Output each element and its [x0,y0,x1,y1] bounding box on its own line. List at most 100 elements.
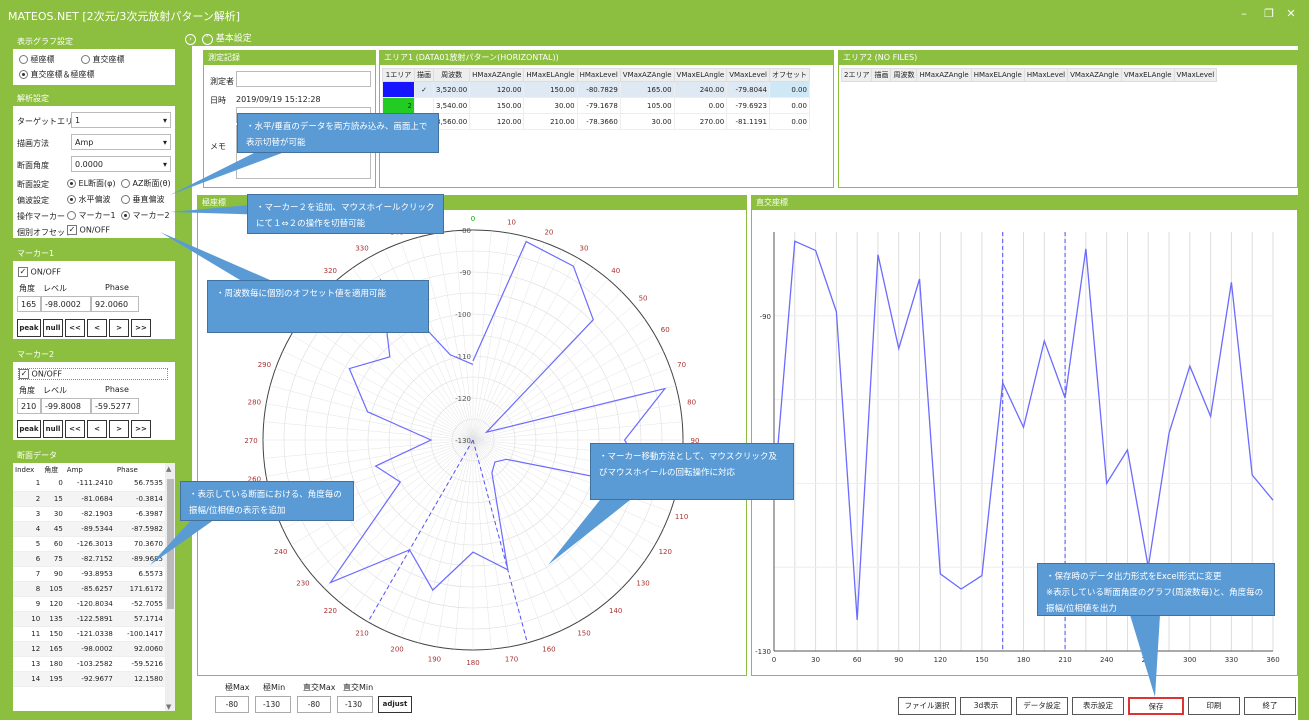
column-header[interactable]: Phase [115,463,165,476]
radio-section-el[interactable]: EL断面(φ) [67,178,116,189]
column-header[interactable]: 角度 [42,463,65,476]
column-header[interactable]: 1エリア [382,68,415,82]
radio-polar[interactable]: 極座標 [19,54,55,65]
radio-both[interactable]: 直交座標＆極座標 [19,69,95,80]
display-settings-button[interactable]: 表示設定 [1072,697,1124,715]
color-swatch[interactable] [382,81,415,98]
exit-button[interactable]: 終了 [1244,697,1296,715]
method-select[interactable]: Amp ▾ [71,134,171,150]
radio-marker1[interactable]: マーカー1 [67,210,116,221]
scroll-down-icon[interactable]: ▼ [166,703,171,711]
null-button[interactable]: null [43,420,63,438]
scrollbar[interactable]: ▲ ▼ [165,463,175,711]
restore-icon[interactable]: ❐ [1260,7,1278,20]
scroll-up-icon[interactable]: ▲ [166,465,171,473]
next-button[interactable]: > [109,420,129,438]
table-row[interactable]: 7 90 -93.8953 6.5573 [13,566,165,582]
column-header[interactable]: 2エリア [840,68,873,82]
first-button[interactable]: << [65,420,85,438]
table-row[interactable]: 9 120 -120.8034 -52.7055 [13,596,165,612]
table-row[interactable]: ✓ 3,520.00 120.00 150.00 -80.7829 165.00 240.0… [382,81,810,98]
prev-button[interactable]: < [87,420,107,438]
radio-pol-v[interactable]: 垂直偏波 [121,194,165,205]
column-header[interactable]: HMaxELAngle [970,68,1025,82]
rect-max-spinner[interactable]: -80 [297,696,331,713]
first-button[interactable]: << [65,319,85,337]
table-row[interactable]: 12 165 -98.0002 92.0060 [13,641,165,657]
marker1-level[interactable]: -98.0002 [41,296,91,312]
column-header[interactable]: VMaxAZAngle [619,68,675,82]
marker2-phase[interactable]: -59.5277 [91,398,139,414]
column-header[interactable]: VMaxLevel [1173,68,1218,82]
radio-marker2[interactable]: マーカー2 [121,210,170,221]
table-row[interactable]: 2 3,540.00 150.00 30.00 -79.1678 105.00 0.00 -7… [382,97,810,114]
column-header[interactable]: VMaxELAngle [1120,68,1175,82]
table-row[interactable]: 6 75 -82.7152 -89.9685 [13,551,165,567]
column-header[interactable]: 周波数 [890,68,918,82]
3d-view-button[interactable]: 3d表示 [960,697,1012,715]
offset-checkbox[interactable]: ✓ ON/OFF [67,225,110,235]
data-settings-button[interactable]: データ設定 [1016,697,1068,715]
marker1-onoff[interactable]: ✓ ON/OFF [18,267,61,277]
polar-min-spinner[interactable]: -130 [255,696,291,713]
column-header[interactable]: HMaxAZAngle [469,68,525,82]
adjust-button[interactable]: adjust [378,696,412,713]
marker1-phase[interactable]: 92.0060 [91,296,139,312]
close-icon[interactable]: ✕ [1282,7,1300,20]
marker2-angle[interactable]: 210 [17,398,41,414]
column-header[interactable]: VMaxELAngle [673,68,728,82]
save-button[interactable]: 保存 [1128,697,1184,715]
print-button[interactable]: 印刷 [1188,697,1240,715]
column-header[interactable]: HMaxLevel [1023,68,1069,82]
table-row[interactable]: 5 60 -126.3013 70.3670 [13,536,165,552]
prev-button[interactable]: < [87,319,107,337]
table-row[interactable]: 3,560.00 120.00 210.00 -78.3660 30.00 270.00-… [382,113,810,130]
column-header[interactable]: VMaxLevel [726,68,770,82]
table-row[interactable]: 1 0 -111.2410 56.7535 [13,476,165,492]
file-select-button[interactable]: ファイル選択 [898,697,956,715]
column-header[interactable]: 周波数 [432,68,471,82]
draw-checkbox[interactable]: ✓ [414,81,434,98]
rect-min-spinner[interactable]: -130 [337,696,373,713]
marker2-onoff[interactable]: ✓ ON/OFF [18,368,168,380]
angle-select[interactable]: 0.0000 ▾ [71,156,171,172]
marker-line[interactable] [472,439,528,643]
table-row[interactable]: 13 180 -103.2582 -59.5216 [13,656,165,672]
color-swatch[interactable]: 2 [382,97,415,114]
peak-button[interactable]: peak [17,420,41,438]
target-select[interactable]: 1 ▾ [71,112,171,128]
table-row[interactable]: 2 15 -81.0684 -0.3814 [13,491,165,507]
column-header[interactable]: オフセット [768,68,810,82]
polar-max-spinner[interactable]: -80 [215,696,249,713]
null-button[interactable]: null [43,319,63,337]
radio-pol-h[interactable]: 水平偏波 [67,194,111,205]
table-row[interactable]: 10 135 -122.5891 57.1714 [13,611,165,627]
marker1-angle[interactable]: 165 [17,296,41,312]
column-header[interactable]: HMaxAZAngle [916,68,972,82]
forward-icon[interactable]: › [185,34,196,45]
peak-button[interactable]: peak [17,319,41,337]
column-header[interactable]: Index [13,463,42,476]
draw-checkbox[interactable] [414,97,434,114]
next-button[interactable]: > [109,319,129,337]
last-button[interactable]: >> [131,420,151,438]
person-input[interactable] [236,71,371,87]
scrollbar-thumb[interactable] [167,479,174,609]
marker-line[interactable] [367,439,474,623]
table-row[interactable]: 8 105 -85.6257 171.6172 [13,581,165,597]
column-header[interactable]: HMaxLevel [576,68,621,82]
collapse-icon[interactable]: ˄ [201,34,213,45]
column-header[interactable]: VMaxAZAngle [1067,68,1122,82]
table-row[interactable]: 3 30 -82.1903 -6.3987 [13,506,165,522]
radio-section-az[interactable]: AZ断面(θ) [121,178,171,189]
radio-rect[interactable]: 直交座標 [81,54,125,65]
minimize-icon[interactable]: – [1235,7,1253,20]
table-row[interactable]: 14 195 -92.9677 12.1580 [13,671,165,687]
table-row[interactable]: 4 45 -89.5344 -87.5982 [13,521,165,537]
column-header[interactable]: HMaxELAngle [523,68,578,82]
marker2-level[interactable]: -99.8008 [41,398,91,414]
column-header[interactable]: 描画 [414,68,434,82]
table-row[interactable]: 11 150 -121.0338 -100.1417 [13,626,165,642]
last-button[interactable]: >> [131,319,151,337]
column-header[interactable]: 描画 [871,68,892,82]
